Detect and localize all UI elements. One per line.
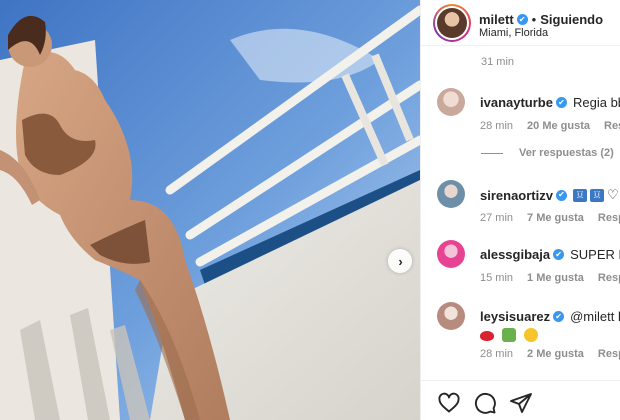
view-replies-button[interactable]: Ver respuestas (2)	[481, 147, 614, 159]
comment-time: 15 min	[480, 272, 514, 284]
comment-username[interactable]: leysisuarez	[480, 309, 550, 324]
commenter-avatar[interactable]	[437, 302, 465, 330]
comment-meta: 28 min 2 Me gusta Respo	[480, 348, 620, 360]
reply-button[interactable]: Respo	[598, 348, 620, 360]
comment-line: sirenaortizv ✔ 🇺 🇺 ♡	[480, 187, 619, 203]
reply-button[interactable]: Respo	[598, 212, 620, 224]
next-photo-button[interactable]: ›	[388, 249, 412, 273]
separator-dot: •	[531, 12, 537, 27]
comment-username[interactable]: alessgibaja	[480, 247, 550, 262]
verified-icon: ✔	[555, 189, 567, 201]
post-header: milett ✔ • Siguiendo Miami, Florida	[421, 0, 620, 46]
comment-line: ivanayturbe ✔ Regia bb	[480, 95, 620, 110]
comment-likes[interactable]: 20 Me gusta	[527, 120, 590, 132]
flag-emoji: 🇺	[572, 188, 587, 202]
comment-username[interactable]: sirenaortizv	[480, 188, 553, 203]
commenter-avatar[interactable]	[437, 88, 465, 116]
caption-meta: 31 min	[481, 56, 514, 68]
reply-button[interactable]: Respo	[598, 272, 620, 284]
comment-meta: 15 min 1 Me gusta Respo	[480, 272, 620, 284]
paper-plane-icon	[510, 393, 532, 413]
comment-meta: 27 min 7 Me gusta Respo	[480, 212, 620, 224]
comment-icon	[474, 392, 496, 414]
comment-likes[interactable]: 1 Me gusta	[527, 272, 584, 284]
author-username[interactable]: milett	[479, 12, 514, 27]
post-side-panel: milett ✔ • Siguiendo Miami, Florida 31 m…	[420, 0, 620, 420]
verified-icon: ✔	[555, 97, 567, 108]
comment-likes[interactable]: 7 Me gusta	[527, 212, 584, 224]
comment-text: @milett bo	[570, 309, 620, 324]
comment-meta: 28 min 20 Me gusta Respo	[480, 120, 620, 132]
comment-text: Regia bb	[572, 95, 620, 110]
post-photo: ›	[0, 0, 420, 420]
chevron-right-icon: ›	[398, 253, 403, 269]
like-button[interactable]	[437, 391, 461, 415]
instagram-post-viewer: › milett ✔ • Siguiendo Miami, Florida 31…	[0, 0, 620, 420]
verified-icon: ✔	[553, 311, 565, 322]
comment-item: ivanayturbe ✔ Regia bb 28 min 20 Me gust…	[437, 88, 620, 132]
comments-list: 31 min ivanayturbe ✔ Regia bb 28 min 20 …	[421, 46, 620, 376]
heart-icon: ♡	[606, 187, 619, 202]
caption-time: 31 min	[481, 56, 515, 68]
verified-icon: ✔	[516, 14, 528, 25]
comment-button[interactable]	[473, 391, 497, 415]
comment-line: leysisuarez ✔ @milett bo	[480, 309, 620, 324]
post-location[interactable]: Miami, Florida	[479, 27, 548, 39]
heart-icon	[438, 392, 460, 413]
green-emoji	[501, 328, 516, 343]
comment-time: 27 min	[480, 212, 514, 224]
commenter-avatar[interactable]	[437, 240, 465, 268]
replies-divider	[481, 152, 503, 154]
author-avatar-image	[437, 8, 467, 38]
lips-emoji	[480, 331, 494, 342]
following-button[interactable]: Siguiendo	[540, 12, 603, 27]
comment-line: alessgibaja ✔ SUPER BOD	[480, 247, 620, 262]
comment-item: sirenaortizv ✔ 🇺 🇺 ♡ 27 min 7 Me gusta R…	[437, 180, 620, 224]
post-actions-bar	[421, 380, 620, 420]
comment-emoji-row	[480, 326, 542, 343]
comment-time: 28 min	[480, 120, 514, 132]
comment-text: SUPER BOD	[570, 247, 620, 262]
comment-item: alessgibaja ✔ SUPER BOD 15 min 1 Me gust…	[437, 240, 620, 284]
comment-time: 28 min	[480, 348, 514, 360]
photo-scene	[0, 0, 420, 420]
face-emoji	[523, 328, 538, 343]
share-button[interactable]	[509, 391, 533, 415]
comment-likes[interactable]: 2 Me gusta	[527, 348, 584, 360]
author-line: milett ✔ • Siguiendo	[479, 12, 603, 27]
comment-item: leysisuarez ✔ @milett bo 28 min 2 Me gus…	[437, 302, 620, 362]
author-avatar[interactable]	[433, 4, 471, 42]
commenter-avatar[interactable]	[437, 180, 465, 208]
flag-emoji: 🇺	[589, 188, 604, 202]
reply-button[interactable]: Respo	[604, 120, 620, 132]
comment-username[interactable]: ivanayturbe	[480, 95, 553, 110]
view-replies-label: Ver respuestas (2)	[519, 147, 614, 159]
verified-icon: ✔	[553, 249, 565, 260]
